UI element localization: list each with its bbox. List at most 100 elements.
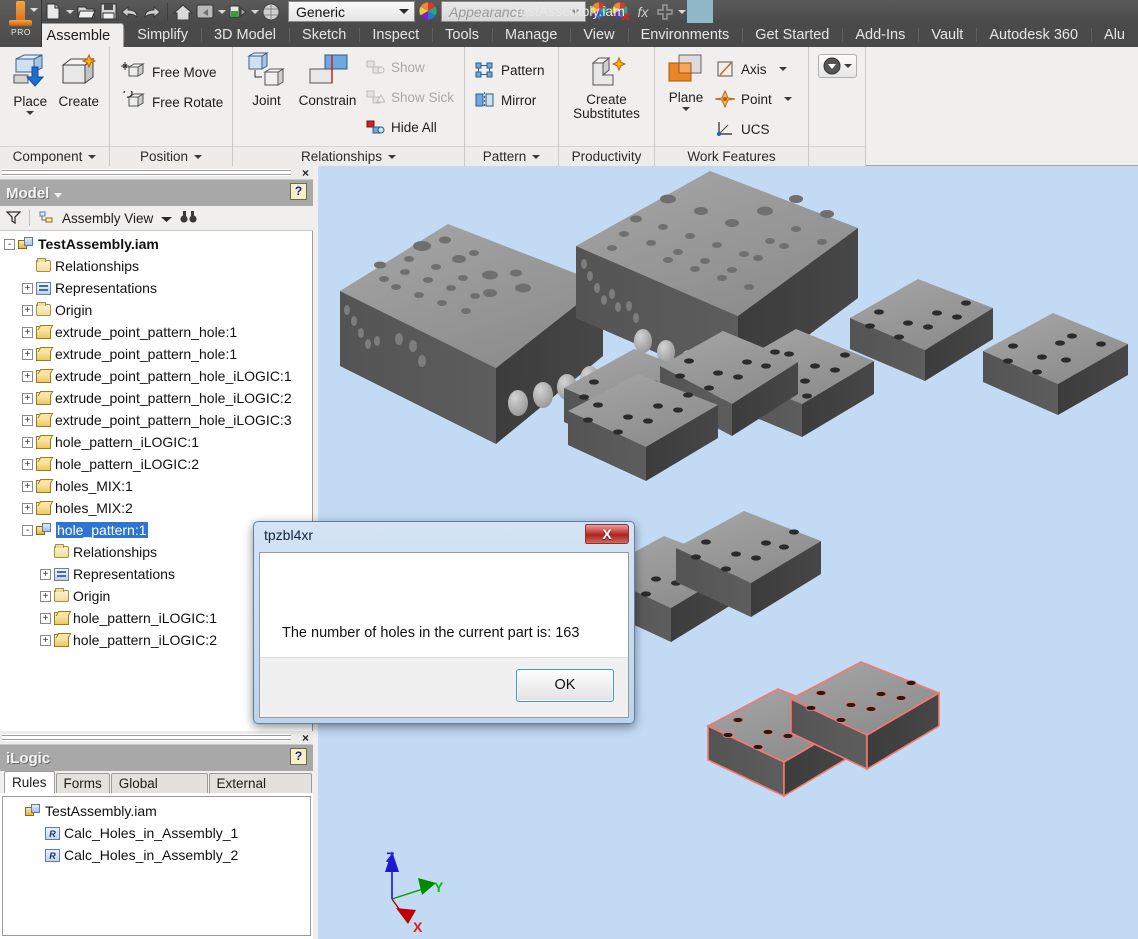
- free-move-button[interactable]: Free Move: [116, 57, 221, 87]
- message-dialog[interactable]: tpzbl4xr X The number of holes in the cu…: [253, 521, 635, 724]
- hide-all-button[interactable]: Hide All: [361, 112, 458, 142]
- update-dropdown-icon[interactable]: [249, 2, 260, 22]
- assembly-view-label[interactable]: Assembly View: [62, 211, 153, 226]
- open-icon[interactable]: [75, 2, 97, 22]
- ribbon-overflow-button[interactable]: [817, 54, 857, 78]
- chevron-down-icon[interactable]: [30, 8, 38, 12]
- expander-toggle[interactable]: +: [22, 370, 33, 382]
- panel-title-relationships[interactable]: Relationships: [233, 146, 464, 166]
- tab-view[interactable]: View: [570, 23, 627, 47]
- create-component-button[interactable]: Create: [55, 51, 104, 109]
- expander-toggle[interactable]: +: [40, 612, 51, 624]
- expander-toggle[interactable]: +: [22, 502, 33, 514]
- appearance-combo[interactable]: Appearance: [441, 1, 586, 22]
- tree-node[interactable]: + holes_MIX:1: [0, 475, 312, 497]
- tab-manage[interactable]: Manage: [491, 23, 570, 47]
- expander-toggle[interactable]: +: [22, 348, 33, 360]
- help-icon[interactable]: ?: [290, 183, 307, 200]
- expander-toggle[interactable]: -: [22, 524, 33, 536]
- chevron-down-icon[interactable]: [567, 9, 583, 14]
- constrain-button[interactable]: Constrain: [294, 50, 361, 108]
- close-icon[interactable]: ×: [302, 731, 309, 745]
- expander-toggle[interactable]: +: [22, 326, 33, 338]
- panel-title-productivity[interactable]: Productivity: [559, 146, 654, 166]
- tab-add-ins[interactable]: Add-Ins: [842, 23, 918, 47]
- chevron-down-icon[interactable]: [161, 211, 173, 226]
- create-substitutes-button[interactable]: Create Substitutes: [565, 53, 648, 121]
- expander-toggle[interactable]: +: [40, 568, 51, 580]
- block-large-left[interactable]: [340, 224, 603, 444]
- chevron-down-icon[interactable]: [778, 67, 787, 71]
- tab-rules[interactable]: Rules: [4, 771, 55, 793]
- tree-node[interactable]: TestAssembly.iam: [7, 800, 306, 822]
- block-flat-2[interactable]: [983, 313, 1128, 415]
- binoculars-icon[interactable]: [180, 210, 197, 227]
- chevron-down-icon[interactable]: [682, 107, 690, 111]
- appearance-color-icon[interactable]: [588, 2, 610, 22]
- plane-button[interactable]: Plane: [661, 51, 711, 111]
- chevron-down-icon[interactable]: [54, 192, 63, 198]
- tab-get-started[interactable]: Get Started: [742, 23, 842, 47]
- expander-toggle[interactable]: +: [22, 282, 33, 294]
- panel-title-component[interactable]: Component: [0, 146, 109, 166]
- tree-node[interactable]: R Calc_Holes_in_Assembly_1: [7, 822, 306, 844]
- customize-dropdown-icon[interactable]: [676, 2, 687, 22]
- tab-simplify[interactable]: Simplify: [124, 23, 201, 47]
- application-menu-button[interactable]: PRO: [0, 0, 42, 47]
- ilogic-drag-handle[interactable]: ×: [0, 731, 313, 745]
- chevron-down-icon[interactable]: [843, 64, 852, 68]
- tree-node[interactable]: + extrude_point_pattern_hole_iLOGIC:3: [0, 409, 312, 431]
- tree-node[interactable]: + holes_MIX:2: [0, 497, 312, 519]
- tab-inspect[interactable]: Inspect: [359, 23, 432, 47]
- tab-sketch[interactable]: Sketch: [289, 23, 359, 47]
- appearance-sphere-icon[interactable]: [260, 2, 282, 22]
- tab-environments[interactable]: Environments: [627, 23, 743, 47]
- tab-tools[interactable]: Tools: [432, 23, 492, 47]
- expander-toggle[interactable]: +: [22, 458, 33, 470]
- expander-toggle[interactable]: +: [22, 392, 33, 404]
- expander-toggle[interactable]: -: [4, 238, 15, 250]
- redo-icon[interactable]: [141, 2, 163, 22]
- help-icon[interactable]: ?: [290, 748, 307, 765]
- home-icon[interactable]: [172, 2, 194, 22]
- chevron-down-icon[interactable]: [26, 111, 35, 115]
- tree-node[interactable]: + extrude_point_pattern_hole_iLOGIC:2: [0, 387, 312, 409]
- tab-autodesk-360[interactable]: Autodesk 360: [976, 23, 1091, 47]
- close-button[interactable]: X: [585, 524, 629, 544]
- dialog-title-bar[interactable]: tpzbl4xr X: [254, 522, 634, 550]
- tree-node[interactable]: + extrude_point_pattern_hole:1: [0, 343, 312, 365]
- tab-forms[interactable]: Forms: [55, 773, 110, 793]
- expander-toggle[interactable]: +: [22, 480, 33, 492]
- close-icon[interactable]: ×: [302, 166, 309, 180]
- tree-node[interactable]: - TestAssembly.iam: [0, 233, 312, 255]
- place-component-button[interactable]: Place: [6, 51, 55, 115]
- tree-node[interactable]: + Representations: [0, 277, 312, 299]
- tree-node[interactable]: + Origin: [0, 299, 312, 321]
- point-button[interactable]: Point: [711, 84, 796, 114]
- panel-title-work-features[interactable]: Work Features: [655, 146, 808, 166]
- axis-button[interactable]: Axis: [711, 54, 796, 84]
- mirror-button[interactable]: Mirror: [471, 85, 540, 115]
- new-icon[interactable]: [42, 2, 64, 22]
- return-dropdown-icon[interactable]: [216, 2, 227, 22]
- tab-3d-model[interactable]: 3D Model: [200, 23, 289, 47]
- tab-assemble[interactable]: Assemble: [32, 23, 125, 47]
- expander-toggle[interactable]: +: [22, 414, 33, 426]
- tab-vault[interactable]: Vault: [918, 23, 976, 47]
- new-dropdown-icon[interactable]: [64, 2, 75, 22]
- ilogic-rules-tree[interactable]: TestAssembly.iam R Calc_Holes_in_Assembly_…: [2, 796, 311, 936]
- joint-button[interactable]: Joint: [239, 50, 294, 108]
- customize-plus-icon[interactable]: [654, 2, 676, 22]
- tree-node[interactable]: + extrude_point_pattern_hole:1: [0, 321, 312, 343]
- pattern-button[interactable]: Pattern: [471, 55, 549, 85]
- tab-global-forms[interactable]: Global Forms: [110, 773, 208, 810]
- expander-toggle[interactable]: +: [22, 436, 33, 448]
- ucs-button[interactable]: UCS: [711, 114, 796, 144]
- update-icon[interactable]: [227, 2, 249, 22]
- panel-title-position[interactable]: Position: [110, 146, 232, 166]
- filter-icon[interactable]: [5, 210, 22, 227]
- ok-button[interactable]: OK: [516, 669, 614, 702]
- tab-external-rules[interactable]: External Rules: [208, 773, 312, 810]
- free-rotate-button[interactable]: Free Rotate: [116, 87, 227, 117]
- parameters-fx-icon[interactable]: fx: [632, 2, 654, 22]
